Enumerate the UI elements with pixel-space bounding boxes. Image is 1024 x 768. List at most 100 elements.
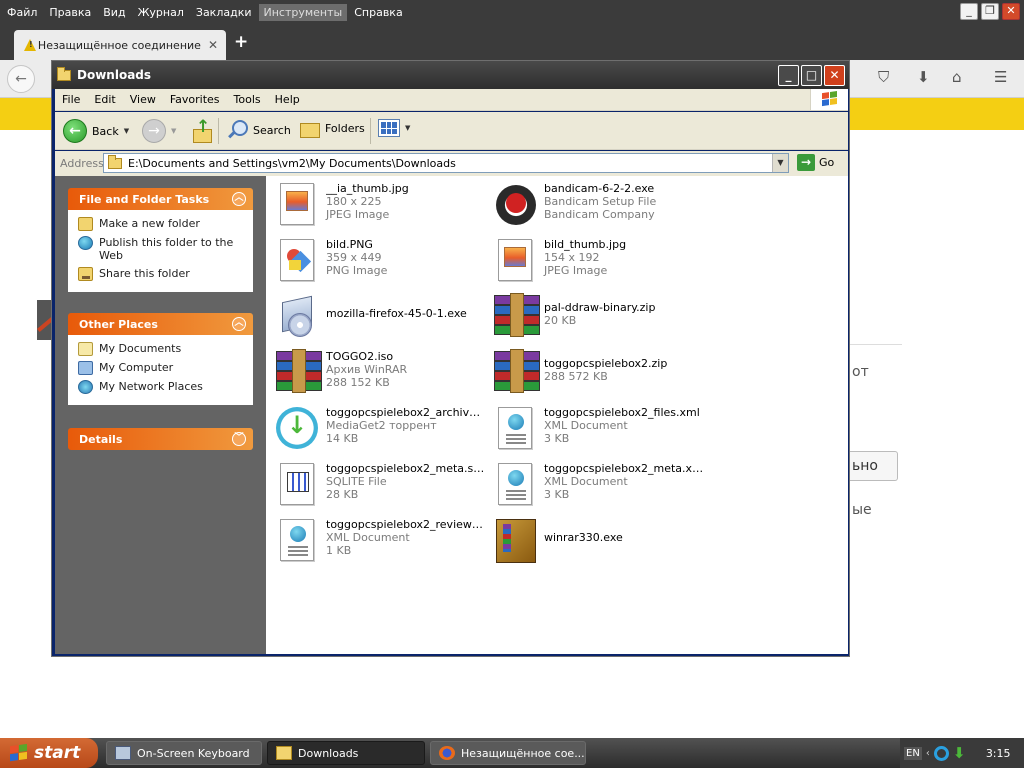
file-item[interactable]: mozilla-firefox-45-0-1.exe [270,291,486,343]
taskbar-button-firefox[interactable]: Незащищённое сое... [430,741,586,765]
file-item[interactable]: __ia_thumb.jpg 180 x 225 JPEG Image [270,179,486,231]
file-name: pal-ddraw-binary.zip [544,301,656,314]
toolbar-divider [218,118,219,144]
file-name: toggopcspielebox2_meta.sqlite [326,462,486,475]
ff-menu-file[interactable]: Файл [2,4,42,21]
my-computer-link[interactable]: My Computer [78,361,243,375]
tab-close-icon[interactable]: ✕ [208,38,218,52]
up-folder-button[interactable] [191,117,213,143]
windows-flag-icon [10,743,28,763]
file-item[interactable]: winrar330.exe [488,515,704,567]
ff-menu-help[interactable]: Справка [349,4,407,21]
explorer-titlebar[interactable]: Downloads _ □ ✕ [52,61,849,89]
explorer-close-button[interactable]: ✕ [824,65,845,86]
menu-file[interactable]: File [55,93,87,106]
windows-logo [810,89,848,110]
page-button[interactable]: ьно [850,451,898,481]
file-item[interactable]: toggopcspielebox2.zip 288 572 KB [488,347,704,399]
close-button[interactable]: ✕ [1002,3,1020,20]
chevron-down-icon[interactable]: ▼ [772,154,788,172]
taskbar-button-keyboard[interactable]: On-Screen Keyboard [106,741,262,765]
pocket-icon[interactable]: ⛉ [878,68,889,86]
globe-icon [78,236,93,250]
download-icon[interactable]: ⬇ [917,68,930,86]
file-item[interactable]: toggopcspielebox2_files.xml XML Document… [488,403,704,455]
file-name: bandicam-6-2-2.exe [544,182,655,195]
details-header[interactable]: Details ﹀ [68,428,253,450]
ff-menu-tools[interactable]: Инструменты [258,3,348,21]
make-new-folder-link[interactable]: Make a new folder [78,217,243,231]
chevron-down-icon[interactable]: ▼ [171,127,176,135]
restore-button[interactable]: ❐ [981,3,999,20]
ff-menu-history[interactable]: Журнал [133,4,189,21]
address-input[interactable]: E:\Documents and Settings\vm2\My Documen… [103,153,789,173]
file-name: __ia_thumb.jpg [326,182,409,195]
menu-edit[interactable]: Edit [87,93,122,106]
file-item[interactable]: bild_thumb.jpg 154 x 192 JPEG Image [488,235,704,287]
toolbar-divider [370,118,371,144]
views-button[interactable]: ▼ [378,119,410,137]
collapse-chevron-icon[interactable]: ︿ [232,192,246,206]
file-item[interactable]: pal-ddraw-binary.zip 20 KB [488,291,704,343]
go-button[interactable]: → Go [797,154,834,171]
network-places-icon [78,380,93,394]
taskbar-button-downloads[interactable]: Downloads [267,741,425,765]
menu-help[interactable]: Help [268,93,307,106]
firefox-icon [439,746,455,760]
xml-document-icon [492,461,536,507]
file-item[interactable]: bandicam-6-2-2.exe Bandicam Setup File B… [488,179,704,231]
search-button[interactable]: Search [226,119,291,141]
hamburger-menu-icon[interactable]: ☰ [994,68,1007,86]
file-type: JPEG Image [544,264,608,277]
start-label: start [34,743,81,763]
panel-body: My Documents My Computer My Network Plac… [68,335,253,405]
folder-icon [57,66,71,81]
folder-up-icon [191,117,213,143]
share-folder-link[interactable]: Share this folder [78,267,243,281]
my-documents-link[interactable]: My Documents [78,342,243,356]
explorer-maximize-button[interactable]: □ [801,65,822,86]
taskbar-button-label: On-Screen Keyboard [137,746,250,760]
ff-menu-bookmarks[interactable]: Закладки [191,4,257,21]
tray-app-icon[interactable] [933,745,949,761]
my-network-places-link[interactable]: My Network Places [78,380,243,394]
forward-button[interactable]: → ▼ [142,119,176,143]
start-button[interactable]: start [0,738,98,768]
mediaget-tray-icon[interactable]: ⬇ [953,745,968,761]
other-places-header[interactable]: Other Places ︿ [68,313,253,335]
home-icon[interactable]: ⌂ [952,68,962,86]
file-folder-tasks-header[interactable]: File and Folder Tasks ︿ [68,188,253,210]
ff-menu-edit[interactable]: Правка [44,4,96,21]
file-item[interactable]: toggopcspielebox2_meta.xml XML Document … [488,459,704,511]
folders-button[interactable]: Folders [298,119,365,138]
file-item[interactable]: TOGGO2.iso Архив WinRAR 288 152 KB [270,347,486,399]
browser-tab[interactable]: Незащищённое соединение ✕ [14,30,226,60]
file-item[interactable]: toggopcspielebox2_archive.to... MediaGet… [270,403,486,455]
file-item[interactable]: toggopcspielebox2_reviews.xml XML Docume… [270,515,486,567]
back-button[interactable]: ← Back ▼ [63,119,129,143]
menu-favorites[interactable]: Favorites [163,93,227,106]
file-name: toggopcspielebox2_files.xml [544,406,700,419]
collapse-chevron-icon[interactable]: ︿ [232,317,246,331]
file-size: 28 KB [326,488,359,501]
file-type: XML Document [544,475,628,488]
ff-menu-view[interactable]: Вид [98,4,130,21]
new-tab-button[interactable]: + [234,32,248,52]
file-type: MediaGet2 торрент [326,419,437,432]
chevron-down-icon[interactable]: ▼ [124,127,129,135]
file-type: XML Document [544,419,628,432]
file-item[interactable]: toggopcspielebox2_meta.sqlite SQLITE Fil… [270,459,486,511]
chevron-left-icon[interactable]: ‹ [926,748,930,759]
menu-tools[interactable]: Tools [227,93,268,106]
chevron-down-icon[interactable]: ▼ [405,124,410,132]
publish-folder-link[interactable]: Publish this folder to the Web [78,236,243,262]
browser-back-button[interactable]: ← [7,65,35,93]
language-indicator[interactable]: EN [904,746,922,760]
installer-icon [274,293,318,339]
expand-chevron-icon[interactable]: ﹀ [232,432,246,446]
explorer-minimize-button[interactable]: _ [778,65,799,86]
menu-view[interactable]: View [123,93,163,106]
page-divider [850,344,902,345]
file-item[interactable]: bild.PNG 359 x 449 PNG Image [270,235,486,287]
minimize-button[interactable]: _ [960,3,978,20]
